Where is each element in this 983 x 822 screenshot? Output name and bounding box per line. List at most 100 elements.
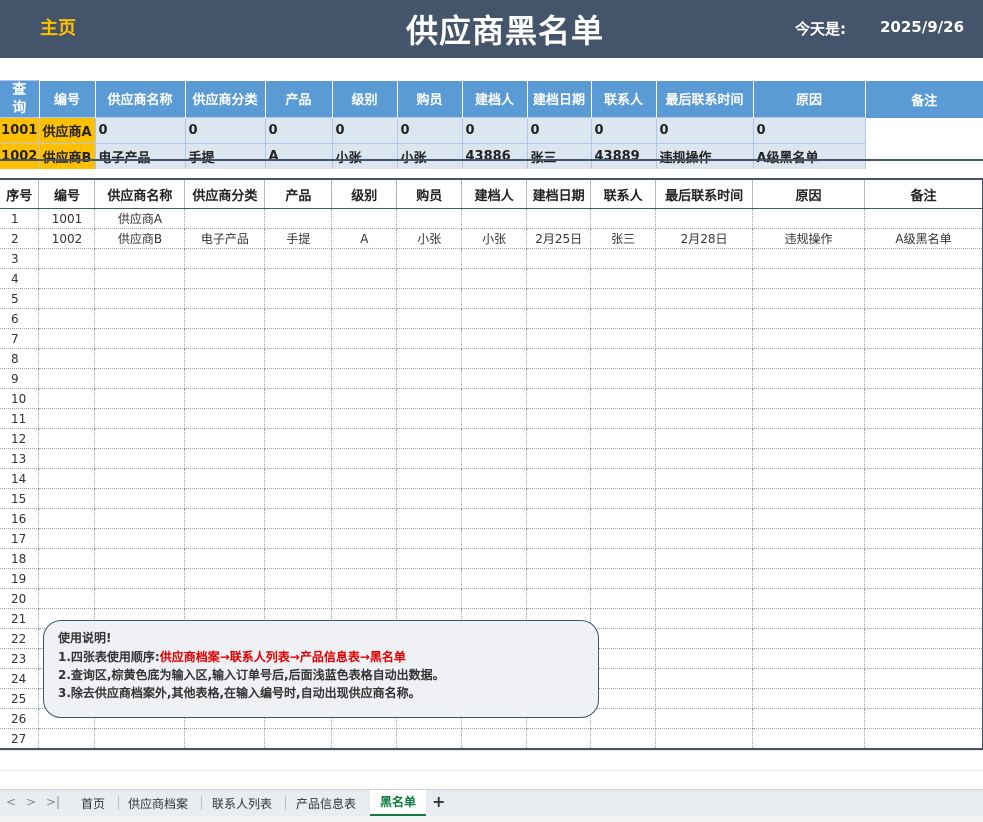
table-cell[interactable]	[526, 268, 592, 289]
table-cell[interactable]	[590, 488, 657, 509]
table-cell[interactable]	[752, 728, 865, 750]
table-cell[interactable]	[264, 568, 333, 589]
table-cell[interactable]	[752, 388, 865, 409]
table-cell[interactable]	[655, 648, 754, 669]
table-cell[interactable]	[864, 648, 983, 669]
table-cell[interactable]	[526, 208, 592, 229]
table-cell[interactable]: 小张	[461, 228, 528, 249]
table-cell[interactable]	[331, 548, 398, 569]
table-cell[interactable]	[590, 248, 657, 269]
table-cell[interactable]	[864, 308, 983, 329]
table-cell[interactable]	[752, 488, 865, 509]
table-cell[interactable]	[396, 468, 463, 489]
add-sheet-icon[interactable]: +	[432, 792, 445, 811]
table-cell[interactable]	[752, 528, 865, 549]
table-cell[interactable]	[655, 508, 754, 529]
table-cell[interactable]	[864, 468, 983, 489]
table-cell[interactable]	[590, 668, 657, 689]
table-cell[interactable]: 1002	[38, 228, 96, 249]
table-cell[interactable]	[184, 568, 266, 589]
table-cell[interactable]	[526, 728, 592, 750]
table-cell[interactable]	[655, 728, 754, 750]
table-cell[interactable]	[590, 448, 657, 469]
table-cell[interactable]	[396, 288, 463, 309]
table-cell[interactable]	[38, 508, 96, 529]
row-number-cell[interactable]: 11	[0, 408, 40, 429]
table-cell[interactable]	[752, 408, 865, 429]
table-cell[interactable]	[94, 728, 186, 750]
table-cell[interactable]	[94, 288, 186, 309]
table-cell[interactable]	[461, 328, 528, 349]
row-number-cell[interactable]: 22	[0, 628, 40, 649]
table-cell[interactable]	[590, 508, 657, 529]
table-cell[interactable]	[526, 408, 592, 429]
table-cell[interactable]	[184, 528, 266, 549]
table-cell[interactable]	[331, 428, 398, 449]
table-cell[interactable]	[461, 408, 528, 429]
table-cell[interactable]	[331, 268, 398, 289]
row-number-cell[interactable]: 27	[0, 728, 40, 750]
table-cell[interactable]	[655, 448, 754, 469]
table-cell[interactable]	[38, 548, 96, 569]
table-cell[interactable]	[526, 528, 592, 549]
table-cell[interactable]	[461, 388, 528, 409]
table-cell[interactable]	[94, 268, 186, 289]
table-cell[interactable]	[655, 528, 754, 549]
table-cell[interactable]	[655, 408, 754, 429]
table-cell[interactable]	[38, 448, 96, 469]
table-cell[interactable]	[396, 588, 463, 609]
table-cell[interactable]	[184, 328, 266, 349]
table-cell[interactable]	[94, 528, 186, 549]
table-cell[interactable]	[94, 348, 186, 369]
table-cell[interactable]	[526, 468, 592, 489]
table-cell[interactable]	[590, 528, 657, 549]
table-cell[interactable]	[590, 548, 657, 569]
row-number-cell[interactable]: 12	[0, 428, 40, 449]
table-cell[interactable]	[864, 568, 983, 589]
table-cell[interactable]	[590, 408, 657, 429]
table-cell[interactable]	[38, 588, 96, 609]
table-cell[interactable]	[264, 728, 333, 750]
table-cell[interactable]	[331, 488, 398, 509]
table-cell[interactable]	[752, 448, 865, 469]
row-number-cell[interactable]: 9	[0, 368, 40, 389]
table-cell[interactable]	[590, 368, 657, 389]
table-cell[interactable]	[264, 348, 333, 369]
table-cell[interactable]	[94, 428, 186, 449]
table-cell[interactable]	[38, 728, 96, 750]
table-cell[interactable]	[752, 328, 865, 349]
table-cell[interactable]	[752, 508, 865, 529]
row-number-cell[interactable]: 25	[0, 688, 40, 709]
table-cell[interactable]	[864, 608, 983, 629]
row-number-cell[interactable]: 3	[0, 248, 40, 269]
table-cell[interactable]	[38, 268, 96, 289]
table-cell[interactable]	[264, 328, 333, 349]
table-cell[interactable]	[94, 548, 186, 569]
table-cell[interactable]	[184, 288, 266, 309]
table-cell[interactable]	[264, 588, 333, 609]
table-cell[interactable]	[184, 368, 266, 389]
row-number-cell[interactable]: 10	[0, 388, 40, 409]
table-cell[interactable]	[590, 468, 657, 489]
table-cell[interactable]	[264, 448, 333, 469]
table-cell[interactable]	[94, 508, 186, 529]
table-cell[interactable]	[396, 448, 463, 469]
table-cell[interactable]	[461, 288, 528, 309]
table-cell[interactable]	[38, 328, 96, 349]
table-cell[interactable]	[590, 308, 657, 329]
table-cell[interactable]	[331, 208, 398, 229]
table-cell[interactable]	[331, 368, 398, 389]
table-cell[interactable]	[396, 268, 463, 289]
table-cell[interactable]	[526, 388, 592, 409]
table-cell[interactable]	[461, 488, 528, 509]
table-cell[interactable]: 供应商B	[94, 228, 186, 249]
table-cell[interactable]	[331, 388, 398, 409]
query-supplier-name[interactable]: 供应商B	[39, 143, 96, 169]
table-cell[interactable]	[752, 708, 865, 729]
table-cell[interactable]	[396, 428, 463, 449]
table-cell[interactable]	[655, 268, 754, 289]
table-cell[interactable]	[184, 548, 266, 569]
table-cell[interactable]	[864, 428, 983, 449]
table-cell[interactable]	[864, 448, 983, 469]
table-cell[interactable]	[655, 388, 754, 409]
